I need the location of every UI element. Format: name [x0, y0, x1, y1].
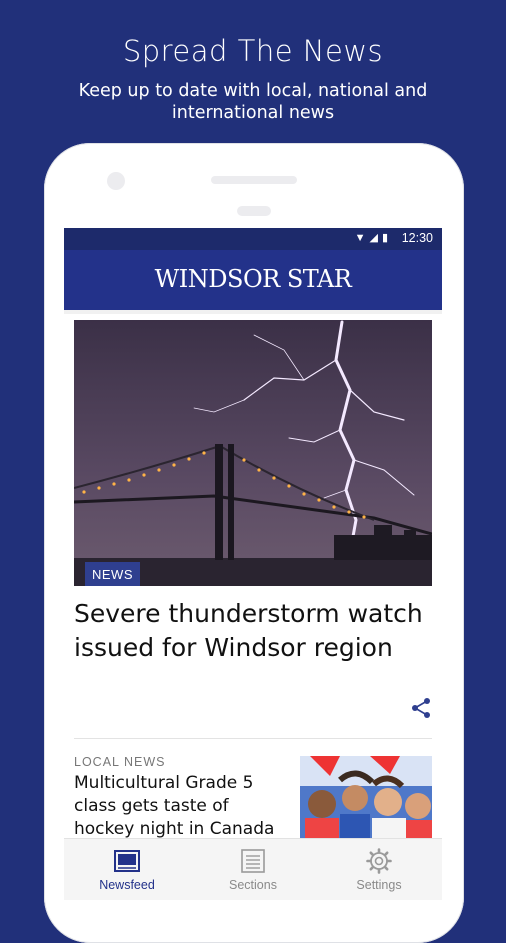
settings-icon — [366, 848, 392, 874]
nav-label-settings: Settings — [356, 878, 402, 892]
students-photo[interactable] — [300, 756, 432, 850]
status-bar: ▼◢▮ 12:30 — [64, 228, 442, 250]
status-time: 12:30 — [401, 231, 433, 245]
signal-icon: ◢ — [369, 232, 382, 244]
wifi-icon: ▼ — [354, 232, 370, 244]
sections-icon — [241, 849, 265, 873]
top-story-card[interactable]: NEWS Severe thunderstorm watch issued fo… — [64, 314, 442, 854]
masthead-logo[interactable]: WINDSOR STAR — [64, 265, 442, 293]
category-badge[interactable]: NEWS — [85, 562, 140, 586]
app-screen: ▼◢▮ 12:30 WINDSOR STAR NEWS Severe thund… — [64, 228, 442, 900]
story-category: LOCAL NEWS — [74, 755, 166, 769]
nav-newsfeed[interactable]: Newsfeed — [64, 839, 190, 900]
story-thumbnail-graphic — [300, 756, 432, 850]
nav-label-newsfeed: Newsfeed — [99, 878, 155, 892]
story-title[interactable]: Multicultural Grade 5 class gets taste o… — [74, 772, 294, 841]
phone-sensor — [237, 206, 271, 216]
bottom-navigation: Newsfeed Sections Settings — [64, 838, 442, 900]
lightning-bridge-photo[interactable]: NEWS — [74, 320, 432, 586]
phone-camera — [107, 172, 125, 190]
phone-speaker — [211, 176, 297, 184]
status-icons: ▼◢▮ — [355, 231, 392, 244]
story-divider — [74, 738, 432, 739]
share-icon[interactable] — [410, 697, 432, 719]
top-story-headline[interactable]: Severe thunderstorm watch issued for Win… — [74, 597, 434, 665]
newsfeed-icon — [114, 850, 140, 872]
nav-sections[interactable]: Sections — [190, 839, 316, 900]
promo-subtitle: Keep up to date with local, national and… — [78, 81, 428, 123]
battery-icon: ▮ — [381, 232, 392, 244]
app-bar: WINDSOR STAR — [64, 250, 442, 310]
hero-image-graphic — [74, 320, 432, 586]
promo-title: Spread The News — [122, 34, 384, 68]
nav-settings[interactable]: Settings — [316, 839, 442, 900]
nav-label-sections: Sections — [229, 878, 277, 892]
